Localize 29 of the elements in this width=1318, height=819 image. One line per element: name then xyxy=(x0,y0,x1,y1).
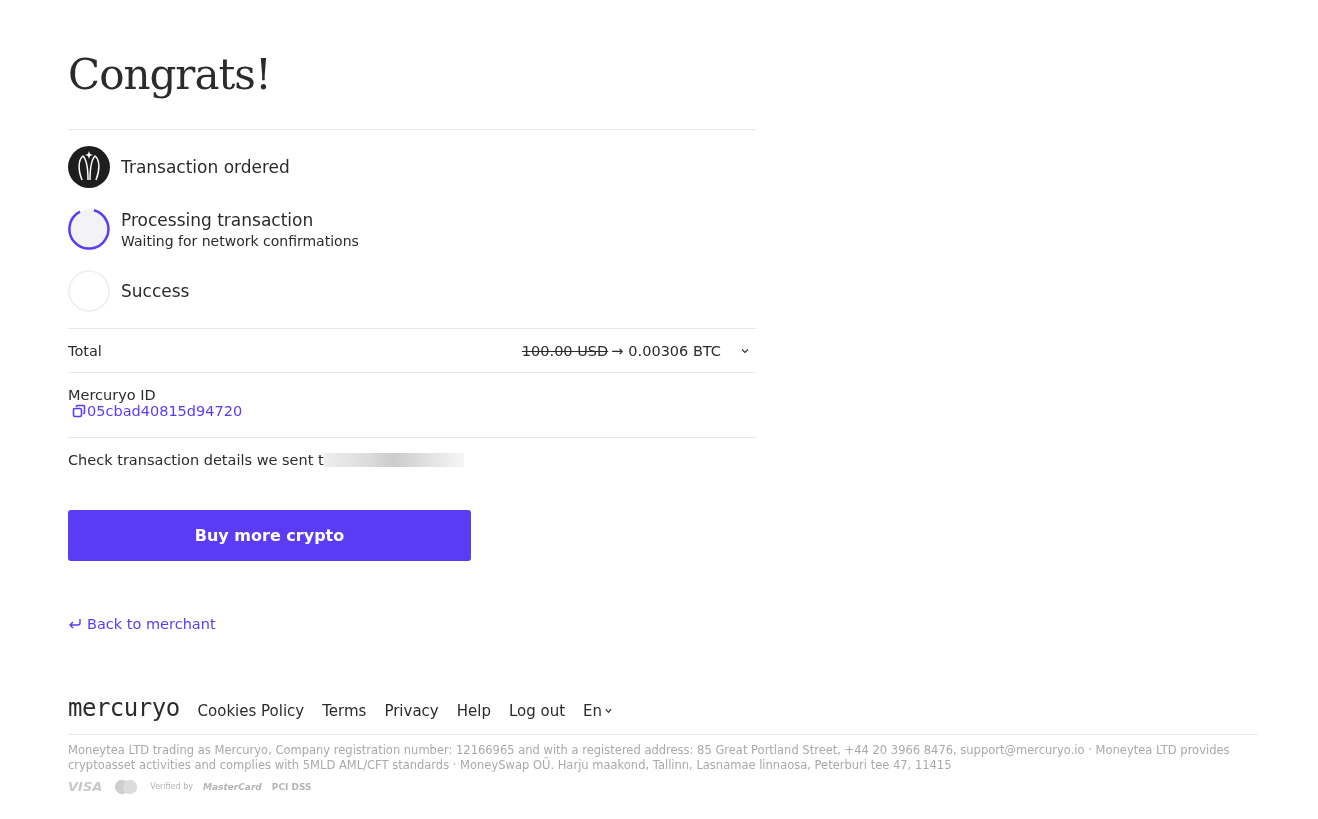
mercuryo-wordmark[interactable]: mercuryo xyxy=(68,694,180,722)
step-label: Transaction ordered xyxy=(121,157,290,177)
total-label: Total xyxy=(68,342,102,359)
transaction-id[interactable]: 05cbad40815d94720 xyxy=(87,403,243,419)
footer-link[interactable]: Log out xyxy=(508,702,566,720)
verified-by-text: Verified by xyxy=(150,782,193,792)
step-label: Processing transaction xyxy=(121,209,315,230)
language-selector[interactable]: En xyxy=(583,702,614,720)
original-amount: 100.00 USD xyxy=(521,342,609,359)
pci-dss-logo: PCI DSS xyxy=(271,781,312,792)
step-label: Success xyxy=(121,281,190,301)
mastercard-logo: MasterCard xyxy=(203,781,262,792)
back-link[interactable]: Back to merchant xyxy=(68,616,216,632)
id-label: Mercuryo ID xyxy=(68,387,156,403)
step-description: Waiting for network confirmations xyxy=(121,232,359,249)
page-title: Congrats! xyxy=(68,50,271,99)
footer-link[interactable]: Terms xyxy=(322,702,367,720)
buy-more-button[interactable]: Buy more crypto xyxy=(68,510,471,561)
footer-link[interactable]: Cookies Policy xyxy=(197,702,305,720)
legal-text: Moneytea LTD trading as Mercuryo, Company registration number: 12166965 and with a registered address: 85 Great Portland Street, +44 20 3966 8476, support@mercuryo.io · Moneytea LTD provides cryptoasset activities and complies with 5MLD AML/CFT standards · MoneySwap OÜ. Harju maakond, Tallinn, Lasnamae linnaosa, Peterburi tee 47, 11415 xyxy=(68,743,1231,773)
chevron-down-icon xyxy=(604,708,614,714)
copy-icon[interactable] xyxy=(72,404,86,418)
footer-link[interactable]: Help xyxy=(456,702,491,720)
email-note: Check transaction details we sent t xyxy=(68,452,324,468)
return-arrow-icon xyxy=(68,618,82,630)
chevron-down-icon[interactable] xyxy=(740,347,750,354)
arrow-glyph: → xyxy=(611,342,624,359)
footer-link[interactable]: Privacy xyxy=(384,702,439,720)
crypto-amount: 0.00306 BTC xyxy=(628,342,721,359)
